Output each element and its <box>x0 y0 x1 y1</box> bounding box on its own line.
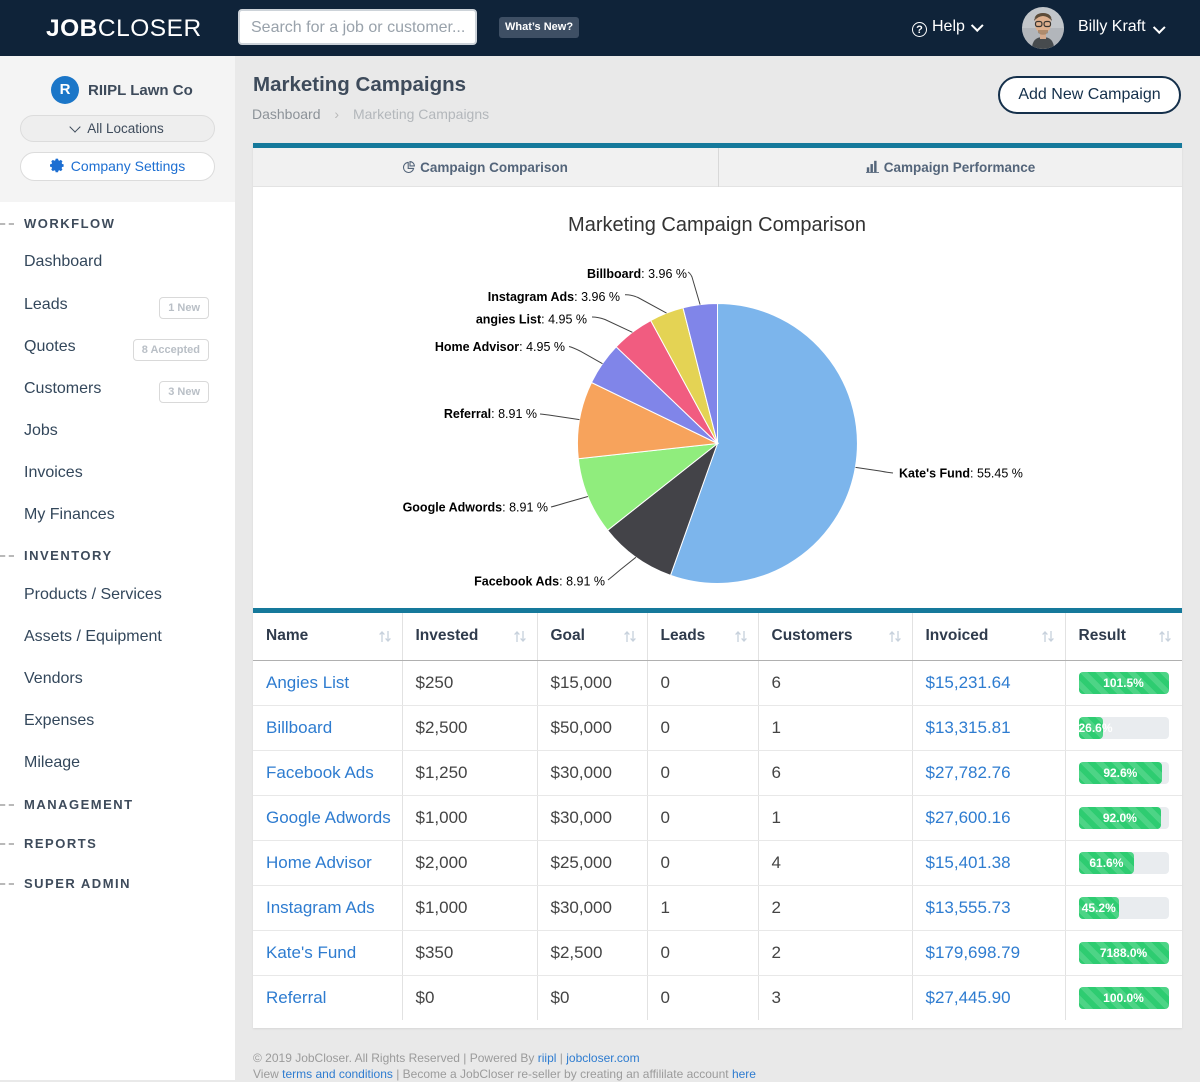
svg-text:Referral: 8.91 %: Referral: 8.91 % <box>444 407 537 421</box>
svg-text:Facebook Ads: 8.91 %: Facebook Ads: 8.91 % <box>474 575 605 589</box>
svg-text:Google Adwords: 8.91 %: Google Adwords: 8.91 % <box>403 501 548 515</box>
svg-text:Instagram Ads: 3.96 %: Instagram Ads: 3.96 % <box>488 290 620 304</box>
svg-text:Billboard: 3.96 %: Billboard: 3.96 % <box>587 267 687 281</box>
svg-text:Kate's Fund: 55.45 %: Kate's Fund: 55.45 % <box>899 467 1023 481</box>
svg-text:angies List: 4.95 %: angies List: 4.95 % <box>476 313 587 327</box>
svg-text:Home Advisor: 4.95 %: Home Advisor: 4.95 % <box>435 340 565 354</box>
svg-text:Marketing Campaign Comparison: Marketing Campaign Comparison <box>568 214 866 236</box>
